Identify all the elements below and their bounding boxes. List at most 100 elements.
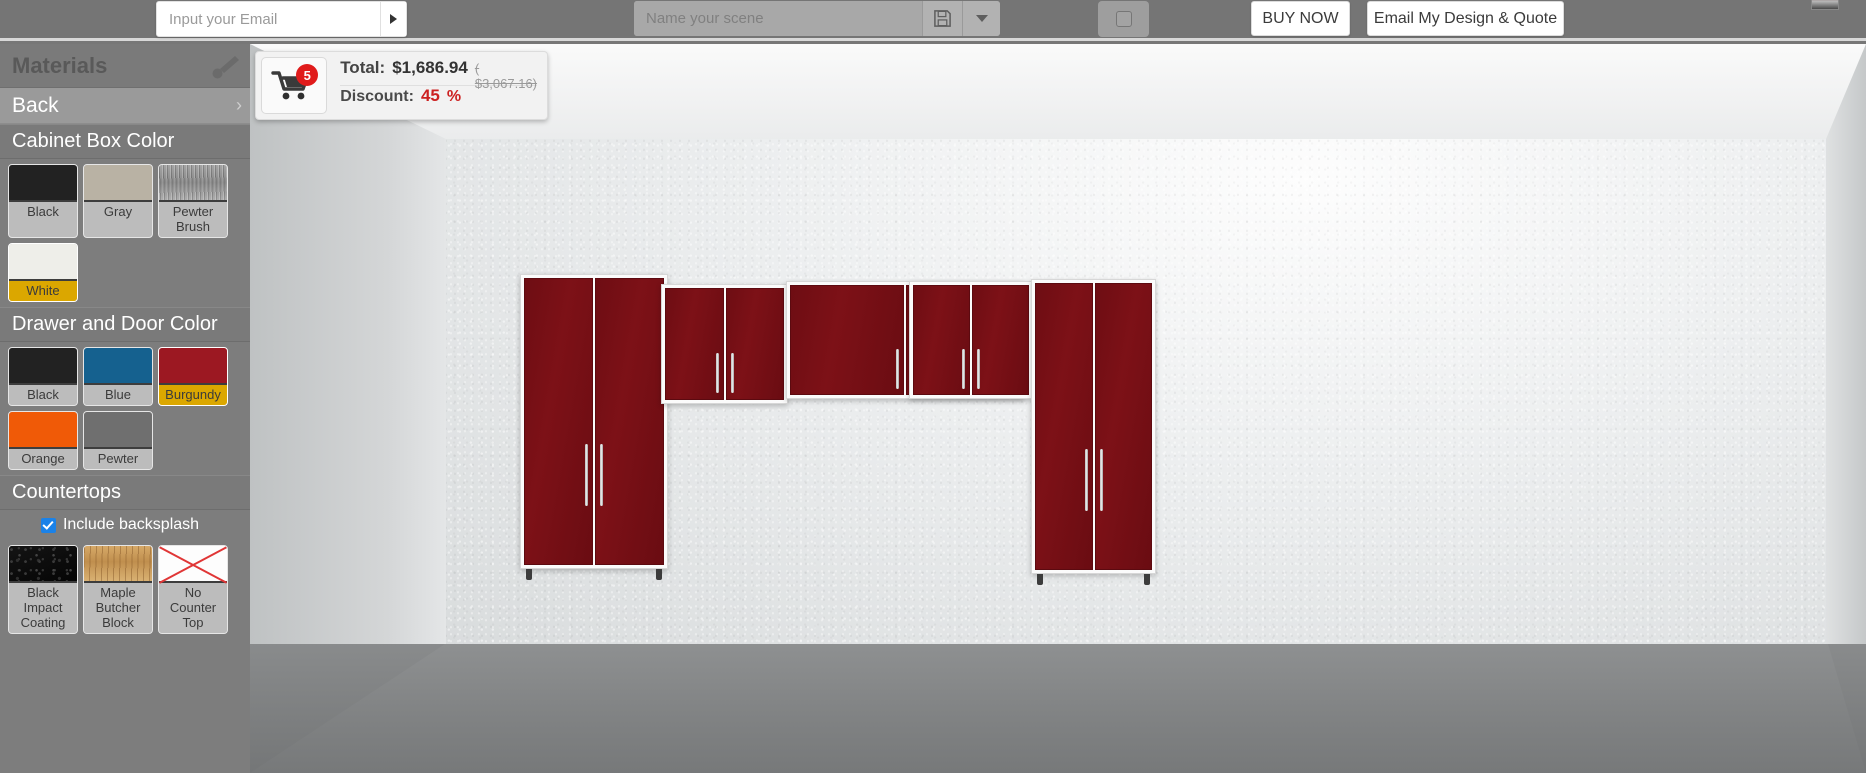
- swatch-color-chip: [84, 348, 152, 385]
- swatch-color-chip: [9, 348, 77, 385]
- swatch-pewter-brush[interactable]: Pewter Brush: [158, 164, 228, 238]
- cabinet-door[interactable]: [665, 288, 724, 400]
- swatch-color-chip: [84, 546, 152, 583]
- door-handle-icon: [730, 352, 734, 393]
- sidebar-item-back[interactable]: Back ›: [0, 88, 250, 124]
- cabinet-doors: [913, 285, 1029, 395]
- swatch-color-chip: [9, 546, 77, 583]
- cabinet-box-color-swatches: Black Gray Pewter Brush White: [0, 159, 250, 307]
- swatch-maple-butcher-block[interactable]: Maple Butcher Block: [83, 545, 153, 634]
- door-handle-icon: [715, 352, 719, 393]
- swatch-burgundy[interactable]: Burgundy: [158, 347, 228, 406]
- total-original-value: ( $3,067.16): [474, 61, 538, 91]
- upper-cabinet-1[interactable]: [661, 284, 788, 404]
- scene-name-input[interactable]: [634, 1, 922, 36]
- cabinet-door[interactable]: [1094, 283, 1152, 570]
- swatch-label: Blue: [84, 385, 152, 405]
- section-cabinet-box-color: Cabinet Box Color: [0, 124, 250, 159]
- include-backsplash-row: Include backsplash: [0, 510, 250, 540]
- swatch-label: No Counter Top: [159, 583, 227, 633]
- swatch-label: Burgundy: [159, 385, 227, 405]
- email-submit-button[interactable]: [380, 2, 406, 36]
- materials-sidebar: Materials Back › Cabinet Box Color Black…: [0, 44, 250, 773]
- cabinet-door[interactable]: [524, 278, 593, 565]
- cabinet-door[interactable]: [913, 285, 970, 395]
- scene-options-dropdown[interactable]: [962, 1, 1000, 36]
- top-toolbar: BUY NOW Email My Design & Quote: [0, 0, 1866, 41]
- cabinet-door[interactable]: [725, 288, 784, 400]
- discount-unit: %: [446, 88, 462, 105]
- swatch-color-chip: [159, 348, 227, 385]
- cart-summary-popup: 5 Total: $1,686.94 ( $3,067.16) Discount…: [255, 51, 548, 120]
- swatch-label: Black Impact Coating: [9, 583, 77, 633]
- door-handle-icon: [585, 444, 588, 507]
- total-label: Total:: [340, 58, 386, 77]
- tall-cabinet-left[interactable]: [520, 274, 668, 580]
- square-frame-icon: [1115, 11, 1132, 27]
- swatch-color-chip: [159, 165, 227, 202]
- cabinet-door[interactable]: [790, 285, 904, 395]
- cabinet-door[interactable]: [972, 285, 1029, 395]
- door-handle-icon: [962, 348, 965, 389]
- swatch-orange[interactable]: Orange: [8, 411, 78, 470]
- chevron-down-icon: [975, 15, 988, 22]
- swatch-label: Pewter: [84, 449, 152, 469]
- save-scene-button[interactable]: [922, 1, 962, 36]
- play-arrow-icon: [390, 14, 397, 24]
- cabinet-legs: [1031, 574, 1156, 585]
- swatch-label: Pewter Brush: [159, 202, 227, 237]
- swatch-color-chip: [84, 165, 152, 202]
- floppy-disk-save-icon: [934, 10, 951, 27]
- section-countertops: Countertops: [0, 475, 250, 510]
- total-value: $1,686.94: [392, 58, 468, 77]
- door-handle-icon: [600, 444, 603, 507]
- chevron-right-icon: ›: [236, 95, 242, 115]
- swatch-white[interactable]: White: [8, 243, 78, 302]
- swatch-color-chip: [9, 412, 77, 449]
- cabinet-legs: [520, 569, 668, 580]
- swatch-black[interactable]: Black: [8, 164, 78, 238]
- cabinet-leg: [526, 569, 532, 580]
- swatch-black-impact-coating[interactable]: Black Impact Coating: [8, 545, 78, 634]
- cabinet-leg: [656, 569, 662, 580]
- swatch-label: Black: [9, 385, 77, 405]
- cabinet-doors: [524, 278, 664, 565]
- countertop-swatches: Black Impact Coating Maple Butcher Block N…: [0, 540, 250, 639]
- buy-now-button[interactable]: BUY NOW: [1251, 1, 1350, 36]
- screenshot-button[interactable]: [1098, 1, 1149, 37]
- email-input[interactable]: [157, 2, 380, 36]
- swatch-no-counter-top[interactable]: No Counter Top: [158, 545, 228, 634]
- swatch-gray[interactable]: Gray: [83, 164, 153, 238]
- door-handle-icon: [896, 348, 899, 389]
- cart-price-info: Total: $1,686.94 ( $3,067.16) Discount: …: [332, 52, 547, 119]
- drawer-door-color-swatches: Black Blue Burgundy Orange Pewter: [0, 342, 250, 475]
- upper-cabinet-3[interactable]: [909, 281, 1033, 399]
- swatch-blue[interactable]: Blue: [83, 347, 153, 406]
- discount-value: 45: [420, 86, 440, 105]
- email-design-quote-button[interactable]: Email My Design & Quote: [1367, 1, 1564, 36]
- section-drawer-door-color: Drawer and Door Color: [0, 307, 250, 342]
- swatch-label: Gray: [84, 202, 152, 222]
- paint-brush-icon: [212, 56, 239, 79]
- swatch-color-chip: [9, 244, 77, 281]
- swatch-color-chip: [84, 412, 152, 449]
- cart-button[interactable]: 5: [261, 57, 328, 114]
- cabinet-leg: [1144, 574, 1150, 585]
- cabinet-door[interactable]: [1035, 283, 1093, 570]
- page-title: Materials: [12, 52, 108, 78]
- cabinet-doors: [1035, 283, 1152, 570]
- swatch-pewter[interactable]: Pewter: [83, 411, 153, 470]
- swatch-label: Orange: [9, 449, 77, 469]
- door-handle-icon: [1084, 449, 1088, 512]
- design-thumbnail-icon[interactable]: [1811, 0, 1839, 10]
- materials-panel-header: Materials: [0, 44, 250, 88]
- cart-total-row: Total: $1,686.94 ( $3,067.16): [340, 58, 537, 91]
- scene-name-group: [634, 1, 1000, 36]
- cabinet-door[interactable]: [595, 278, 664, 565]
- tall-cabinet-right[interactable]: [1031, 279, 1156, 585]
- swatch-color-chip: [159, 546, 227, 583]
- swatch-label: Maple Butcher Block: [84, 583, 152, 633]
- swatch-black[interactable]: Black: [8, 347, 78, 406]
- design-viewport[interactable]: [250, 44, 1866, 773]
- include-backsplash-checkbox[interactable]: [40, 517, 56, 533]
